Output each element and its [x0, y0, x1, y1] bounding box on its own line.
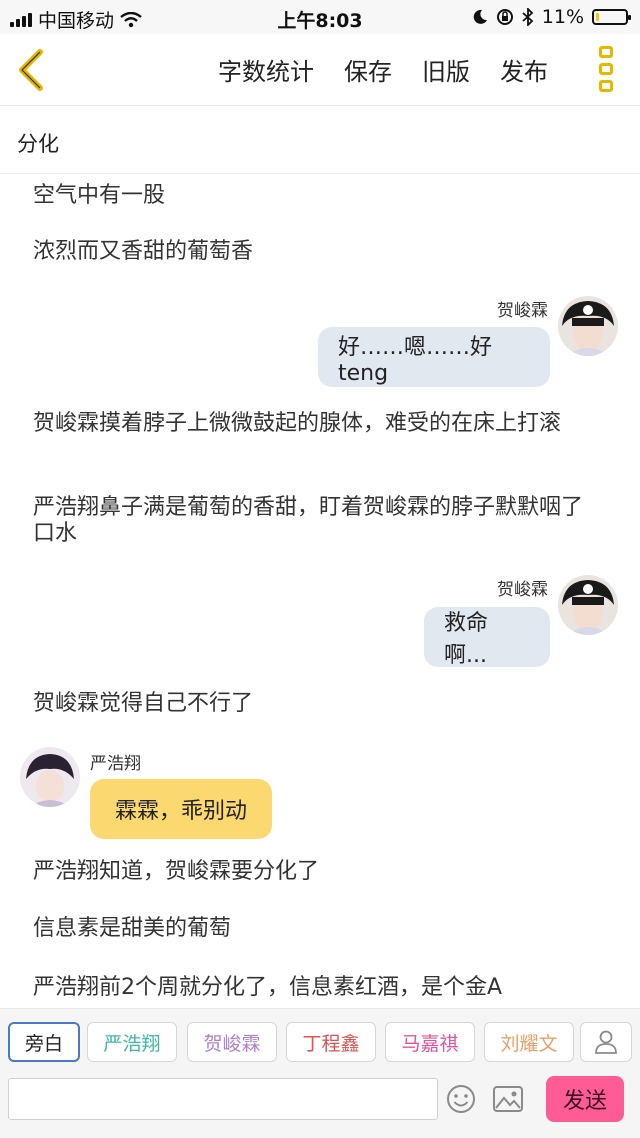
message-sender-name: 贺峻霖 [497, 580, 548, 600]
message-sender-name: 严浩翔 [90, 754, 141, 774]
add-character-button[interactable] [580, 1022, 632, 1062]
battery-level [596, 13, 599, 21]
more-dot-icon [599, 63, 613, 75]
send-button[interactable]: 发送 [546, 1076, 624, 1122]
avatar-he-junlin[interactable] [558, 296, 618, 356]
status-right: 11% [472, 6, 631, 28]
image-icon [493, 1086, 523, 1112]
chapter-title[interactable]: 分化 [0, 106, 640, 174]
avatar-yan-haoxiang[interactable] [20, 747, 80, 807]
narration-line[interactable]: 严浩翔知道，贺峻霖要分化了 [33, 859, 593, 885]
top-toolbar: 字数统计 保存 旧版 发布 [0, 34, 640, 106]
save-button[interactable]: 保存 [344, 52, 392, 87]
narration-line[interactable]: 信息素是甜美的葡萄 [33, 916, 593, 942]
message-sender-name: 贺峻霖 [497, 301, 548, 321]
avatar-image [558, 575, 618, 635]
story-editor-screen: 中国移动 上午8:03 11% 字数统计 保存 旧版 发布 分化 空气中有一股 … [0, 0, 640, 1138]
character-chip[interactable]: 旁白 [8, 1022, 80, 1062]
more-dot-icon [599, 80, 613, 92]
image-button[interactable] [492, 1084, 524, 1114]
character-chip[interactable]: 丁程鑫 [286, 1022, 376, 1062]
avatar-he-junlin[interactable] [558, 575, 618, 635]
narration-line[interactable]: 空气中有一股 [33, 183, 593, 209]
avatar-image [558, 296, 618, 356]
back-button[interactable] [12, 46, 56, 94]
character-chip[interactable]: 马嘉祺 [385, 1022, 475, 1062]
emoji-icon [447, 1085, 475, 1113]
more-dot-icon [599, 46, 613, 58]
status-bar: 中国移动 上午8:03 11% [0, 0, 640, 34]
message-bubble[interactable]: 好……嗯……好teng [318, 327, 550, 387]
narration-line[interactable]: 严浩翔鼻子满是葡萄的香甜，盯着贺峻霖的脖子默默咽了口水 [33, 495, 593, 547]
word-count-button[interactable]: 字数统计 [218, 52, 314, 87]
battery-icon [592, 9, 631, 25]
narration-line[interactable]: 贺峻霖觉得自己不行了 [33, 691, 593, 717]
emoji-button[interactable] [446, 1084, 476, 1114]
more-menu-button[interactable] [596, 46, 616, 92]
character-chip[interactable]: 刘耀文 [484, 1022, 574, 1062]
old-version-button[interactable]: 旧版 [422, 52, 470, 87]
character-chip[interactable]: 贺峻霖 [187, 1022, 277, 1062]
moon-icon [473, 9, 487, 24]
narration-line[interactable]: 浓烈而又香甜的葡萄香 [33, 239, 593, 265]
narration-line[interactable]: 严浩翔前2个周就分化了，信息素红酒，是个金A [33, 975, 593, 1001]
character-selector: 旁白 严浩翔 贺峻霖 丁程鑫 马嘉祺 刘耀文 [0, 1008, 640, 1072]
message-bubble[interactable]: 救命啊... [424, 607, 550, 668]
toolbar-actions: 字数统计 保存 旧版 发布 [218, 52, 548, 87]
narration-line[interactable]: 贺峻霖摸着脖子上微微鼓起的腺体，难受的在床上打滚 [33, 411, 593, 437]
input-bar: 发送 [0, 1072, 640, 1138]
publish-button[interactable]: 发布 [500, 52, 548, 87]
chevron-left-icon [19, 49, 43, 91]
story-content[interactable]: 空气中有一股 浓烈而又香甜的葡萄香 贺峻霖 好……嗯……好teng 贺峻霖摸着脖… [0, 175, 640, 1008]
avatar-image [20, 747, 80, 807]
character-chip[interactable]: 严浩翔 [87, 1022, 177, 1062]
person-icon [595, 1030, 617, 1054]
message-input[interactable] [8, 1078, 438, 1120]
battery-percent: 11% [541, 6, 584, 28]
bluetooth-icon [522, 8, 534, 26]
rotation-lock-icon [496, 9, 513, 25]
message-bubble[interactable]: 霖霖，乖别动 [90, 779, 272, 839]
